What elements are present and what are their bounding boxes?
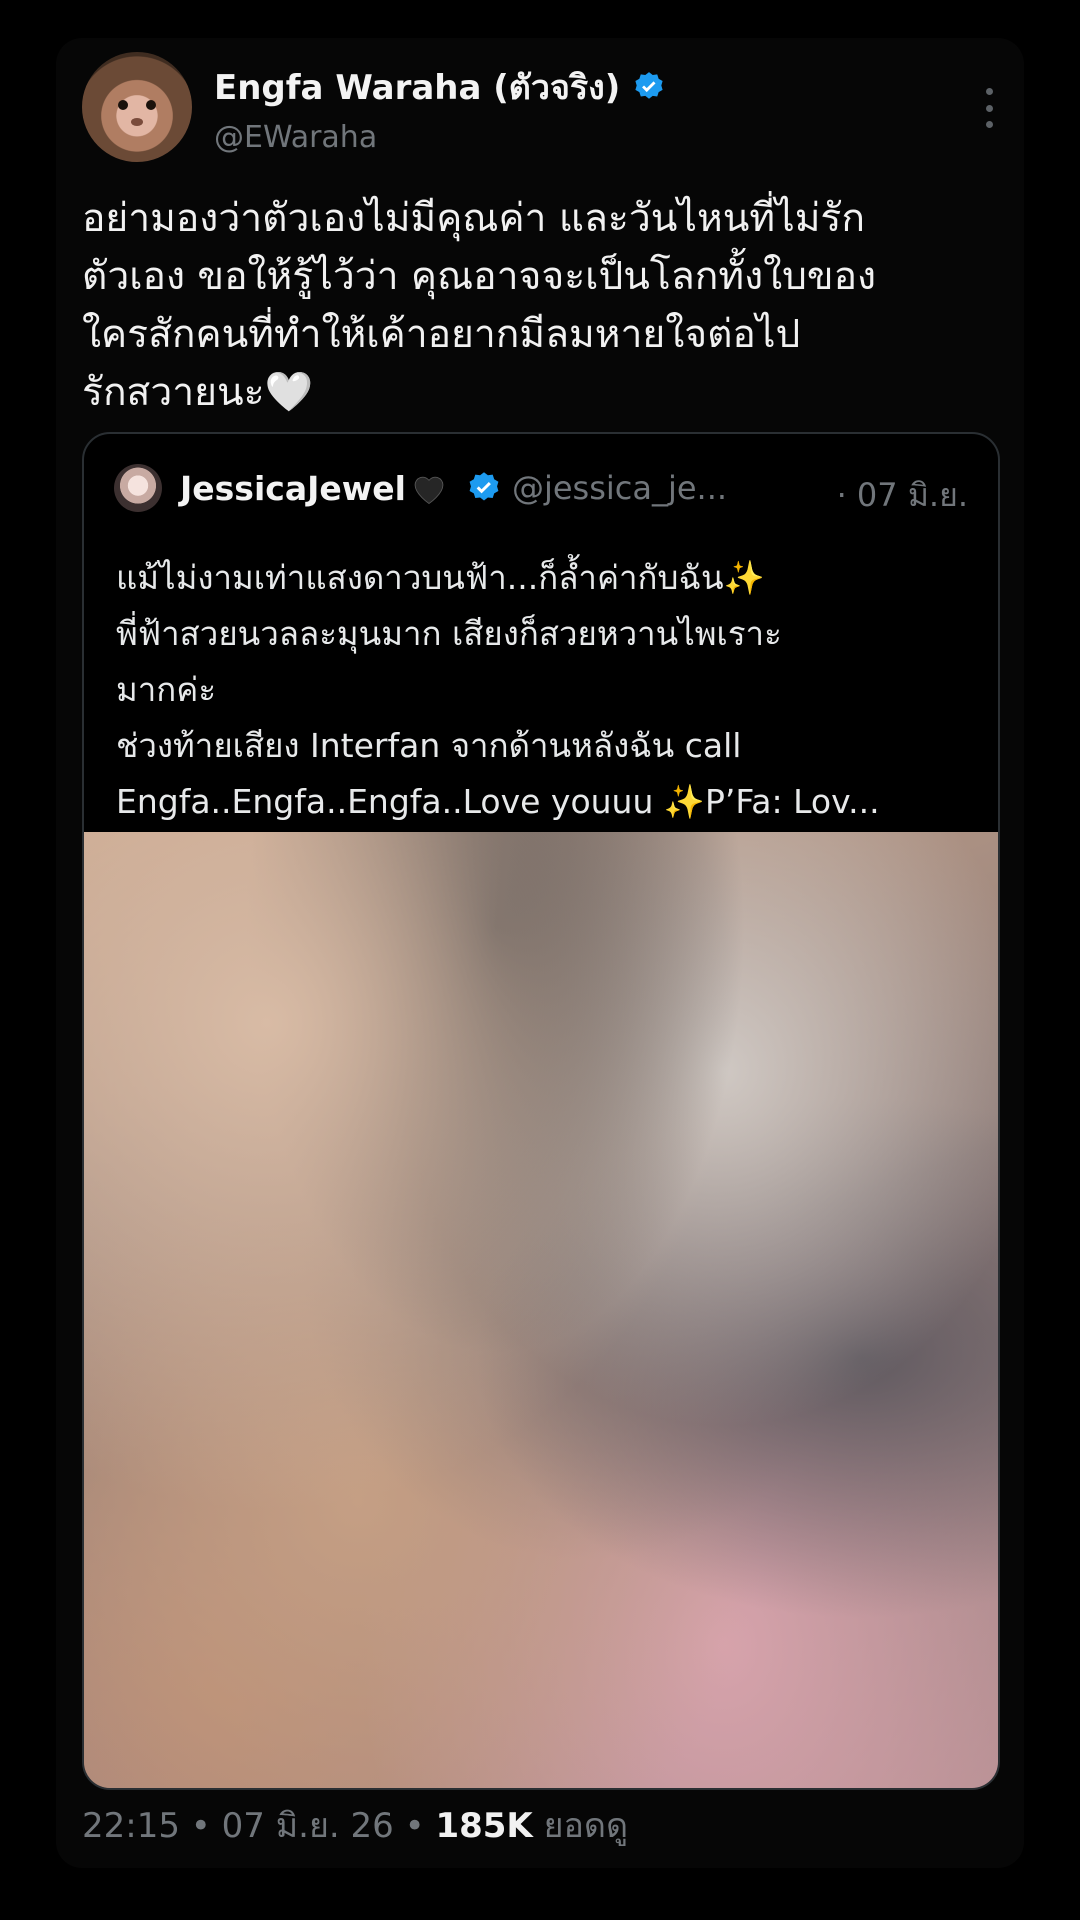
author-name-row[interactable]: Engfa Waraha (ตัวจริง) — [214, 60, 666, 114]
tweet-meta: 22:15 • 07 มิ.ย. 26 • 185K ยอดดู — [82, 1798, 628, 1852]
avatar-eye — [118, 100, 128, 110]
meta-separator: • — [404, 1806, 436, 1846]
quoted-author-avatar[interactable] — [114, 464, 162, 512]
tweet-time: 22:15 — [82, 1806, 180, 1846]
verified-badge-icon — [635, 72, 663, 99]
quoted-tweet-text: แม้ไม่งามเท่าแสงดาวบนฟ้า...ก็ล้ำค่ากับฉั… — [116, 558, 880, 821]
author-avatar[interactable] — [82, 52, 192, 162]
tweet-text: อย่ามองว่าตัวเองไม่มีคุณค่า และวันไหนที่… — [82, 196, 877, 415]
views-label: ยอดดู — [543, 1806, 629, 1846]
more-dot — [985, 88, 993, 95]
author-handle[interactable]: @EWaraha — [214, 120, 377, 155]
black-heart-icon — [414, 476, 444, 505]
quoted-tweet-date: · 07 มิ.ย. — [836, 476, 968, 514]
views-count[interactable]: 185K — [435, 1806, 532, 1846]
meta-separator: • — [190, 1806, 222, 1846]
quoted-tweet-media[interactable] — [84, 832, 998, 1788]
verified-badge-icon — [469, 472, 499, 501]
quoted-author-handle[interactable]: @jessica_je... — [512, 469, 727, 507]
more-dot — [985, 121, 993, 128]
quoted-author-name[interactable]: JessicaJewel — [180, 469, 406, 508]
tweet-date: 07 มิ.ย. 26 — [221, 1806, 394, 1846]
author-display-name[interactable]: Engfa Waraha (ตัวจริง) — [214, 60, 620, 114]
more-dot — [985, 104, 993, 112]
avatar-eye — [146, 100, 156, 110]
more-vertical-icon[interactable] — [984, 88, 994, 128]
quoted-tweet-header: JessicaJewel @jessica_je... — [114, 464, 727, 512]
quoted-tweet[interactable]: JessicaJewel @jessica_je... · 07 มิ.ย. แ… — [82, 432, 1000, 1790]
avatar-nose — [131, 118, 143, 126]
